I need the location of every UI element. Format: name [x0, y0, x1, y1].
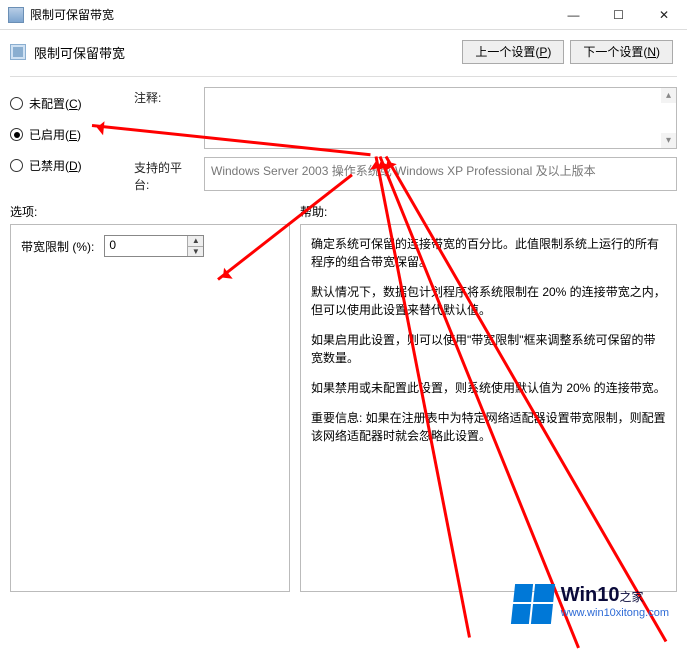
platform-label: 支持的平台: [134, 157, 194, 193]
close-button[interactable]: ✕ [641, 0, 687, 29]
radio-label: 已禁用(D) [29, 157, 82, 174]
divider [10, 76, 677, 77]
spinner-down-icon[interactable]: ▼ [188, 246, 203, 257]
radio-label: 已启用(E) [29, 126, 81, 143]
platform-text: Windows Server 2003 操作系统或 Windows XP Pro… [204, 157, 677, 191]
help-paragraph: 确定系统可保留的连接带宽的百分比。此值限制系统上运行的所有程序的组合带宽保留。 [311, 235, 666, 271]
spinner-up-icon[interactable]: ▲ [188, 236, 203, 246]
policy-title: 限制可保留带宽 [34, 43, 454, 62]
maximize-button[interactable]: ☐ [596, 0, 641, 29]
options-panel: 带宽限制 (%): 0 ▲ ▼ [10, 224, 290, 592]
radio-enabled[interactable]: 已启用(E) [10, 126, 120, 143]
app-icon [8, 7, 24, 23]
comment-textarea[interactable]: ▴ ▾ [204, 87, 677, 149]
scroll-down-icon[interactable]: ▾ [661, 133, 676, 148]
help-paragraph: 重要信息: 如果在注册表中为特定网络适配器设置带宽限制，则配置该网络适配器时就会… [311, 409, 666, 445]
radio-icon [10, 159, 23, 172]
next-setting-button[interactable]: 下一个设置(N) [570, 40, 673, 64]
help-paragraph: 如果禁用或未配置此设置，则系统使用默认值为 20% 的连接带宽。 [311, 379, 666, 397]
help-panel: 确定系统可保留的连接带宽的百分比。此值限制系统上运行的所有程序的组合带宽保留。 … [300, 224, 677, 592]
prev-setting-button[interactable]: 上一个设置(P) [462, 40, 564, 64]
help-paragraph: 默认情况下，数据包计划程序将系统限制在 20% 的连接带宽之内，但可以使用此设置… [311, 283, 666, 319]
help-heading: 帮助: [300, 203, 327, 220]
help-paragraph: 如果启用此设置，则可以使用"带宽限制"框来调整系统可保留的带宽数量。 [311, 331, 666, 367]
radio-disabled[interactable]: 已禁用(D) [10, 157, 120, 174]
radio-icon [10, 128, 23, 141]
scroll-up-icon[interactable]: ▴ [661, 88, 676, 103]
bandwidth-limit-value[interactable]: 0 [105, 236, 187, 256]
radio-label: 未配置(C) [29, 95, 82, 112]
options-heading: 选项: [10, 203, 280, 220]
bandwidth-limit-label: 带宽限制 (%): [21, 238, 94, 255]
bandwidth-limit-input[interactable]: 0 ▲ ▼ [104, 235, 204, 257]
radio-icon [10, 97, 23, 110]
minimize-button[interactable]: — [551, 0, 596, 29]
comment-label: 注释: [134, 87, 194, 106]
radio-not-configured[interactable]: 未配置(C) [10, 95, 120, 112]
titlebar: 限制可保留带宽 — ☐ ✕ [0, 0, 687, 30]
policy-icon [10, 44, 26, 60]
subheader: 限制可保留带宽 上一个设置(P) 下一个设置(N) [0, 30, 687, 72]
window-title: 限制可保留带宽 [30, 6, 551, 23]
